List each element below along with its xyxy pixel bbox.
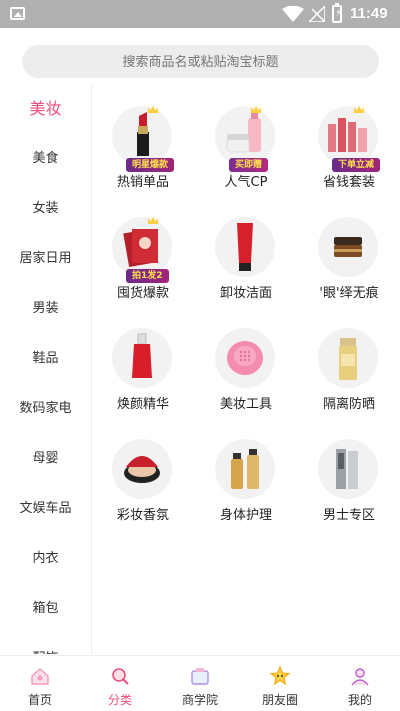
subcategory-image: 下单立减 [318, 106, 381, 172]
sidebar-item-underwear[interactable]: 内衣 [0, 534, 91, 584]
sidebar-item-electronics[interactable]: 数码家电 [0, 384, 91, 434]
subcategory-label: 囤货爆款 [116, 286, 169, 301]
tab-home[interactable]: 首页 [0, 656, 80, 711]
sidebar-item-womens[interactable]: 女装 [0, 184, 91, 234]
tab-academy[interactable]: 商学院 [160, 656, 240, 711]
eye-cream-icon [334, 237, 362, 257]
cushion-compact-icon [124, 456, 160, 483]
subcategory-serum[interactable]: 焕颜精华 [92, 320, 194, 420]
subcategory-stock-up[interactable]: 拍1发2 囤货爆款 [92, 209, 194, 309]
badge: 买即赠 [229, 158, 269, 172]
tab-label: 首页 [27, 693, 52, 707]
image-notification-icon [10, 7, 25, 20]
sidebar-item-baby[interactable]: 母婴 [0, 434, 91, 484]
subcategory-eye-care[interactable]: '眼'绎无痕 [298, 209, 400, 309]
subcategory-label: 美妆工具 [219, 397, 272, 412]
body-care-icon [231, 449, 259, 489]
sidebar-item-accessories[interactable]: 配饰 [0, 634, 91, 654]
sidebar-item-shoes[interactable]: 鞋品 [0, 334, 91, 384]
badge: 拍1发2 [126, 269, 169, 283]
men-skincare-icon [336, 449, 358, 489]
subcategory-image [318, 328, 378, 388]
tab-moments[interactable]: 朋友圈 [240, 656, 320, 711]
subcategory-label: '眼'绎无痕 [319, 286, 379, 301]
subcategory-body-care[interactable]: 身体护理 [195, 431, 297, 531]
subcategory-cosmetics-fragrance[interactable]: 彩妆香氛 [92, 431, 194, 531]
subcategory-image: 拍1发2 [112, 217, 172, 283]
subcategory-image [215, 217, 275, 277]
subcategory-image [318, 217, 378, 277]
subcategory-image [318, 439, 378, 499]
bottom-tab-bar: 首页 分类 商学院 朋友圈 我的 [0, 655, 400, 710]
sidebar-item-entertainment-car[interactable]: 文娱车品 [0, 484, 91, 534]
home-icon [31, 668, 49, 685]
subcategory-label: 焕颜精华 [116, 397, 169, 412]
subcategory-image [112, 439, 172, 499]
face-mask-icon [123, 229, 158, 267]
status-bar: ⚡ 11:49 [0, 0, 400, 28]
wifi-icon [282, 6, 304, 22]
serum-bottle-icon [132, 333, 152, 378]
category-sidebar: 美妆 美食 女装 居家日用 男装 鞋品 数码家电 母婴 文娱车品 内衣 箱包 配… [0, 84, 92, 654]
tab-label: 商学院 [181, 693, 218, 707]
tab-label: 分类 [107, 693, 132, 707]
no-signal-icon [309, 6, 325, 22]
sidebar-item-bags[interactable]: 箱包 [0, 584, 91, 634]
subcategory-label: 人气CP [224, 175, 268, 190]
category-icon [112, 668, 129, 685]
subcategory-popular-cp[interactable]: 买即赠 人气CP [195, 98, 297, 198]
sidebar-item-makeup[interactable]: 美妆 [0, 84, 91, 134]
badge: 明星爆款 [126, 158, 175, 172]
subcategory-label: 彩妆香氛 [116, 508, 169, 523]
subcategory-cleansing[interactable]: 卸妆洁面 [195, 209, 297, 309]
tab-category[interactable]: 分类 [80, 656, 160, 711]
cream-set-icon [226, 112, 261, 153]
profile-icon [351, 668, 369, 686]
clock: 11:49 [350, 5, 388, 22]
academy-icon [191, 668, 209, 685]
subcategory-image: 买即赠 [215, 106, 275, 172]
subcategory-label: 省钱套装 [322, 175, 375, 190]
subcategory-makeup-tools[interactable]: 美妆工具 [195, 320, 297, 420]
subcategory-image: 明星爆款 [112, 106, 175, 172]
battery-charging-icon: ⚡ [332, 3, 342, 23]
subcategory-sunscreen[interactable]: 隔离防晒 [298, 320, 400, 420]
subcategory-image [112, 328, 172, 388]
lipstick-icon [137, 112, 149, 156]
subcategory-mens-zone[interactable]: 男士专区 [298, 431, 400, 531]
subcategory-image [215, 439, 275, 499]
tab-label: 我的 [347, 693, 372, 707]
badge: 下单立减 [332, 158, 381, 172]
cleansing-brush-icon [227, 341, 263, 375]
cleanser-tube-icon [237, 223, 253, 271]
subcategory-label: 隔离防晒 [322, 397, 375, 412]
subcategory-label: 身体护理 [219, 508, 272, 523]
sidebar-item-household[interactable]: 居家日用 [0, 234, 91, 284]
search-input[interactable] [22, 45, 379, 78]
subcategory-label: 热销单品 [116, 175, 169, 190]
subcategory-hot-items[interactable]: 明星爆款 热销单品 [92, 98, 194, 198]
subcategory-image [215, 328, 275, 388]
sunscreen-icon [339, 338, 357, 380]
subcategory-label: 卸妆洁面 [219, 286, 272, 301]
subcategory-value-sets[interactable]: 下单立减 省钱套装 [298, 98, 400, 198]
subcategory-label: 男士专区 [322, 508, 375, 523]
sidebar-item-food[interactable]: 美食 [0, 134, 91, 184]
tab-label: 朋友圈 [261, 693, 298, 707]
moments-icon [270, 666, 290, 686]
skincare-set-icon [328, 118, 367, 152]
sidebar-item-mens[interactable]: 男装 [0, 284, 91, 334]
tab-profile[interactable]: 我的 [320, 656, 400, 711]
